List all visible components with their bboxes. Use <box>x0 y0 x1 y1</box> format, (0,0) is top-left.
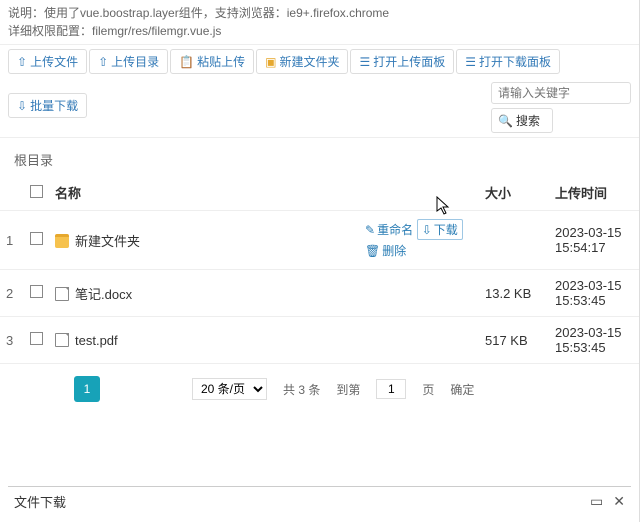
file-name: 新建文件夹 <box>75 234 140 249</box>
cell-index: 3 <box>0 317 24 364</box>
trash-icon: 🗑 <box>365 244 380 258</box>
toolbar: ⇧上传文件 ⇧上传目录 📋粘贴上传 ▣新建文件夹 ☰打开上传面板 ☰打开下载面板… <box>0 44 639 138</box>
table-row: 3 test.pdf 517 KB2023-03-15 15:53:45 <box>0 317 639 364</box>
new-folder-label: 新建文件夹 <box>279 53 339 70</box>
batch-download-button[interactable]: ⇩批量下载 <box>8 93 87 118</box>
cell-time: 2023-03-15 15:53:45 <box>549 317 639 364</box>
cell-actions <box>359 317 479 364</box>
file-name: 笔记.docx <box>75 287 132 302</box>
download-panel-title: 文件下载 <box>14 492 66 511</box>
desc-line-1: 说明：使用了vue.boostrap.layer组件，支持浏览器：ie9+.fi… <box>8 4 631 22</box>
table-row: 2 笔记.docx 13.2 KB2023-03-15 15:53:45 <box>0 270 639 317</box>
open-download-panel-label: 打开下载面板 <box>479 53 551 70</box>
table-row: 1 新建文件夹 ✎重命名 ⇩下载 🗑删除 2023-03-15 15:54:17 <box>0 211 639 270</box>
paste-upload-button[interactable]: 📋粘贴上传 <box>170 49 254 74</box>
cell-index: 2 <box>0 270 24 317</box>
clipboard-icon: 📋 <box>179 55 194 69</box>
batch-download-label: 批量下载 <box>30 97 78 114</box>
select-all-checkbox[interactable] <box>30 185 43 198</box>
open-upload-panel-label: 打开上传面板 <box>373 53 445 70</box>
cell-size: 517 KB <box>479 317 549 364</box>
folder-icon <box>55 234 69 248</box>
search-button-label: 搜索 <box>516 112 540 129</box>
th-checkbox <box>24 175 49 211</box>
page-current[interactable]: 1 <box>74 376 100 402</box>
panel-icon: ☰ <box>465 55 476 69</box>
cell-index: 1 <box>0 211 24 270</box>
close-icon[interactable]: ✕ <box>613 493 625 510</box>
cell-size: 13.2 KB <box>479 270 549 317</box>
upload-dir-label: 上传目录 <box>111 53 159 70</box>
cell-name[interactable]: 笔记.docx <box>49 270 359 317</box>
file-icon <box>55 287 69 301</box>
cell-actions: ✎重命名 ⇩下载 🗑删除 <box>359 211 479 270</box>
upload-icon: ⇧ <box>98 55 108 69</box>
download-panel-footer: 文件下载 ▭ ✕ <box>8 486 631 516</box>
page-goto-label: 到第 <box>336 381 360 398</box>
breadcrumb[interactable]: 根目录 <box>0 138 639 175</box>
file-name: test.pdf <box>75 333 118 348</box>
upload-icon: ⇧ <box>17 55 27 69</box>
cell-time: 2023-03-15 15:54:17 <box>549 211 639 270</box>
upload-dir-button[interactable]: ⇧上传目录 <box>89 49 168 74</box>
download-icon: ⇩ <box>422 223 432 237</box>
th-size[interactable]: 大小 <box>479 175 549 211</box>
page-size-select[interactable]: 20 条/页 <box>192 378 267 400</box>
desc-line-2: 详细权限配置：filemgr/res/filemgr.vue.js <box>8 22 631 40</box>
folder-icon: ▣ <box>265 55 276 69</box>
description-block: 说明：使用了vue.boostrap.layer组件，支持浏览器：ie9+.fi… <box>0 0 639 44</box>
download-button[interactable]: ⇩下载 <box>417 219 463 240</box>
th-time[interactable]: 上传时间 <box>549 175 639 211</box>
th-index <box>0 175 24 211</box>
upload-file-button[interactable]: ⇧上传文件 <box>8 49 87 74</box>
new-folder-button[interactable]: ▣新建文件夹 <box>256 49 348 74</box>
pagination: 1 20 条/页 共 3 条 到第 页 确定 <box>0 364 639 414</box>
search-input[interactable] <box>491 82 631 104</box>
rename-button[interactable]: ✎重命名 <box>365 221 413 238</box>
upload-file-label: 上传文件 <box>30 53 78 70</box>
page-confirm-button[interactable]: 确定 <box>450 381 474 398</box>
row-checkbox[interactable] <box>30 232 43 245</box>
panel-icon: ☰ <box>359 55 370 69</box>
cell-time: 2023-03-15 15:53:45 <box>549 270 639 317</box>
row-checkbox[interactable] <box>30 285 43 298</box>
table-header-row: 名称 大小 上传时间 <box>0 175 639 211</box>
page-goto-input[interactable] <box>376 379 406 399</box>
file-icon <box>55 333 69 347</box>
open-download-panel-button[interactable]: ☰打开下载面板 <box>456 49 560 74</box>
file-table: 名称 大小 上传时间 1 新建文件夹 ✎重命名 ⇩下载 🗑删除 2023-03-15 1… <box>0 175 639 364</box>
download-icon: ⇩ <box>17 99 27 113</box>
search-button[interactable]: 🔍搜索 <box>491 108 553 133</box>
minimize-icon[interactable]: ▭ <box>590 493 603 510</box>
search-bar: 🔍搜索 <box>491 82 631 133</box>
th-name[interactable]: 名称 <box>49 175 479 211</box>
page-total: 共 3 条 <box>283 381 320 398</box>
row-checkbox[interactable] <box>30 332 43 345</box>
cell-size <box>479 211 549 270</box>
paste-upload-label: 粘贴上传 <box>197 53 245 70</box>
open-upload-panel-button[interactable]: ☰打开上传面板 <box>350 49 454 74</box>
cell-actions <box>359 270 479 317</box>
cell-checkbox <box>24 211 49 270</box>
cell-name[interactable]: test.pdf <box>49 317 359 364</box>
page-unit: 页 <box>422 381 434 398</box>
delete-button[interactable]: 🗑删除 <box>365 242 406 259</box>
cell-name[interactable]: 新建文件夹 <box>49 211 359 270</box>
cell-checkbox <box>24 317 49 364</box>
cell-checkbox <box>24 270 49 317</box>
search-icon: 🔍 <box>498 114 513 128</box>
edit-icon: ✎ <box>365 223 375 237</box>
